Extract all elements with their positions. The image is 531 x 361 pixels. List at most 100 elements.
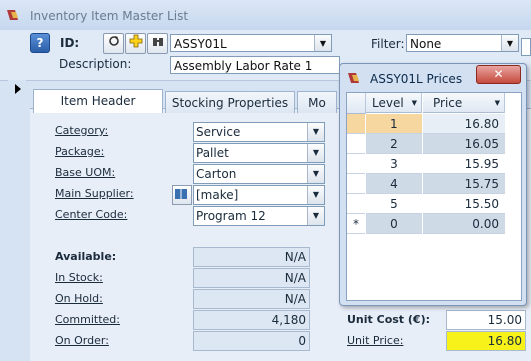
price-cell[interactable]: 16.80 — [423, 114, 505, 134]
level-cell[interactable]: 0 — [366, 214, 422, 234]
title-bar: Inventory Item Master List — [0, 0, 531, 31]
book-icon — [175, 189, 187, 199]
record-selector[interactable] — [8, 80, 26, 360]
prices-grid: Level ▼ Price ▼ 1 16.80 2 16.05 3 15.95 … — [346, 92, 522, 301]
close-icon: ✕ — [493, 67, 504, 81]
package-value: Pallet — [196, 146, 229, 160]
prices-popup: ASSY01L Prices ✕ Level ▼ Price ▼ 1 16.80… — [339, 63, 527, 306]
package-combo[interactable]: Pallet ▼ — [193, 143, 325, 163]
level-cell[interactable]: 5 — [366, 194, 422, 214]
level-cell[interactable]: 3 — [366, 154, 422, 174]
row-selector[interactable] — [347, 174, 365, 194]
unit-price-value[interactable]: 16.80 — [446, 331, 526, 351]
table-row[interactable]: 1 16.80 — [347, 114, 521, 134]
supplier-lookup-button[interactable] — [172, 185, 192, 205]
row-selector[interactable] — [347, 134, 365, 154]
chevron-down-icon[interactable]: ▼ — [307, 165, 324, 183]
in-stock-label[interactable]: In Stock: — [55, 271, 103, 284]
center-code-combo[interactable]: Program 12 ▼ — [193, 206, 325, 226]
plus-icon — [129, 34, 142, 48]
center-code-label[interactable]: Center Code: — [55, 208, 127, 221]
table-row[interactable]: 5 15.50 — [347, 194, 521, 214]
close-button[interactable]: ✕ — [476, 65, 521, 84]
base-uom-value: Carton — [196, 167, 237, 181]
base-uom-combo[interactable]: Carton ▼ — [193, 164, 325, 184]
chevron-down-icon[interactable]: ▼ — [307, 144, 324, 162]
chevron-down-icon[interactable]: ▼ — [501, 35, 518, 51]
row-selector[interactable] — [347, 114, 365, 134]
description-field[interactable]: Assembly Labor Rate 1 — [170, 56, 340, 74]
select-all-corner[interactable] — [347, 93, 366, 114]
center-code-value: Program 12 — [196, 209, 266, 223]
unit-cost-label: Unit Cost (€): — [347, 313, 430, 326]
base-uom-label[interactable]: Base UOM: — [55, 166, 115, 179]
window-title: Inventory Item Master List — [30, 9, 189, 23]
sort-icon: ▼ — [494, 99, 500, 107]
on-order-label[interactable]: On Order: — [55, 334, 109, 347]
main-supplier-label[interactable]: Main Supplier: — [55, 187, 134, 200]
chevron-down-icon[interactable]: ▼ — [314, 35, 331, 51]
app-icon — [348, 73, 359, 83]
package-label[interactable]: Package: — [55, 145, 104, 158]
record-pointer-icon — [15, 84, 21, 94]
category-value: Service — [196, 125, 241, 139]
add-button[interactable] — [125, 33, 146, 54]
id-combo[interactable]: ASSY01L ▼ — [170, 34, 332, 52]
find-button[interactable] — [147, 33, 168, 54]
refresh-button[interactable] — [103, 33, 124, 54]
filter-label: Filter: — [371, 37, 405, 51]
in-stock-value: N/A — [193, 268, 310, 288]
description-value: Assembly Labor Rate 1 — [174, 59, 313, 73]
available-value: N/A — [193, 247, 310, 267]
grid-right-margin — [506, 114, 520, 299]
price-header-text: Price — [433, 96, 463, 110]
price-cell[interactable]: 15.75 — [423, 174, 505, 194]
column-header-price[interactable]: Price ▼ — [423, 93, 505, 113]
committed-label[interactable]: Committed: — [55, 313, 120, 326]
popup-title: ASSY01L Prices — [370, 72, 463, 86]
chevron-down-icon[interactable]: ▼ — [307, 186, 324, 204]
filter-value: None — [410, 37, 442, 51]
table-row[interactable]: 2 16.05 — [347, 134, 521, 154]
category-combo[interactable]: Service ▼ — [193, 122, 325, 142]
committed-value: 4,180 — [193, 310, 310, 330]
new-row-marker[interactable]: * — [347, 214, 365, 234]
table-row[interactable]: 3 15.95 — [347, 154, 521, 174]
price-cell[interactable]: 16.05 — [423, 134, 505, 154]
column-header-level[interactable]: Level ▼ — [366, 93, 422, 113]
binoculars-icon — [152, 38, 163, 46]
level-header-text: Level — [372, 96, 404, 110]
row-selector[interactable] — [347, 154, 365, 174]
chevron-down-icon[interactable]: ▼ — [307, 123, 324, 141]
on-hold-value: N/A — [193, 289, 310, 309]
level-cell[interactable]: 2 — [366, 134, 422, 154]
app-icon — [7, 10, 18, 20]
available-label: Available: — [55, 250, 117, 263]
price-cell[interactable]: 15.95 — [423, 154, 505, 174]
category-label[interactable]: Category: — [55, 124, 108, 137]
level-cell[interactable]: 4 — [366, 174, 422, 194]
filter-combo[interactable]: None ▼ — [406, 34, 519, 52]
price-cell[interactable]: 0.00 — [423, 214, 505, 234]
chevron-down-icon[interactable]: ▼ — [307, 207, 324, 225]
table-row[interactable]: 4 15.75 — [347, 174, 521, 194]
refresh-icon — [108, 36, 119, 46]
tab-more[interactable]: Mo — [297, 91, 337, 113]
level-cell[interactable]: 1 — [366, 114, 422, 134]
on-order-value: 0 — [193, 331, 310, 351]
unit-price-label[interactable]: Unit Price: — [347, 334, 403, 347]
description-label: Description: — [59, 57, 132, 71]
row-selector[interactable] — [347, 194, 365, 214]
table-row[interactable]: * 0 0.00 — [347, 214, 521, 234]
unit-cost-value[interactable]: 15.00 — [446, 310, 526, 330]
sort-icon: ▼ — [411, 99, 417, 107]
price-cell[interactable]: 15.50 — [423, 194, 505, 214]
tab-item-header[interactable]: Item Header — [33, 89, 163, 113]
main-supplier-value: [make] — [196, 188, 239, 202]
scroll-stub[interactable] — [521, 38, 531, 56]
main-supplier-combo[interactable]: [make] ▼ — [193, 185, 325, 205]
help-button[interactable]: ? — [30, 33, 50, 53]
id-label: ID: — [60, 36, 80, 50]
on-hold-label[interactable]: On Hold: — [55, 292, 103, 305]
tab-stocking-properties[interactable]: Stocking Properties — [165, 91, 295, 113]
